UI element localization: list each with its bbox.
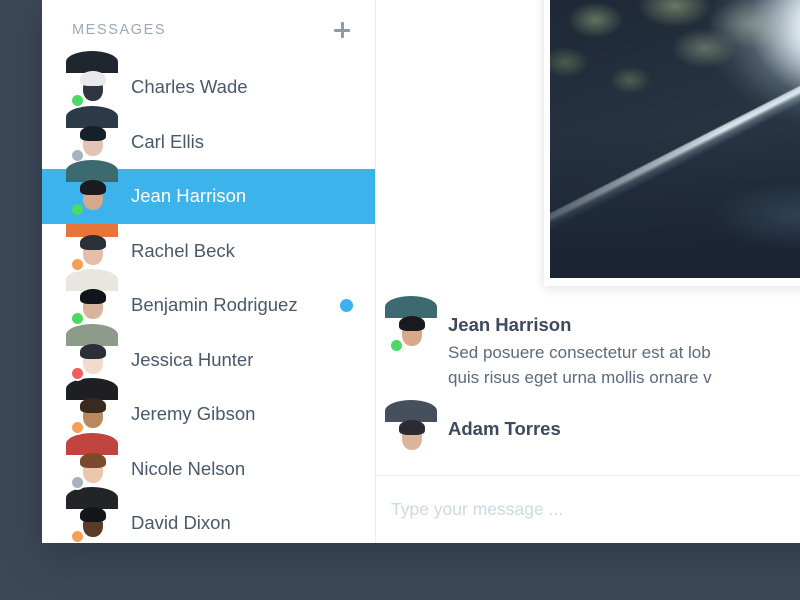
avatar [66,323,118,381]
status-indicator [70,256,85,272]
message-text-line: quis risus eget urna mollis ornare v [448,368,712,387]
conversation-name: Rachel Beck [131,239,235,261]
conversation-list: Charles Wade Carl Ellis Jean Harrison Rache… [42,51,375,543]
avatar [66,160,118,218]
avatar [66,487,118,543]
conversation-name: Jeremy Gibson [131,403,256,425]
message-author: Adam Torres [448,418,561,439]
status-indicator [70,474,85,490]
message-author: Jean Harrison [448,314,572,335]
status-indicator [70,529,85,543]
attachment-card[interactable] [544,0,800,286]
conversation-name: David Dixon [131,512,231,534]
avatar [66,432,118,490]
conversations-sidebar: MESSAGES Charles Wade Carl Ellis Jean Harr… [42,0,376,543]
avatar [66,51,118,109]
conversation-name: Benjamin Rodriguez [131,294,298,316]
avatar [66,378,118,436]
attachment-photo [550,0,800,278]
page-title: MESSAGES [72,22,167,38]
message-row: Jean Harrison Sed posuere consectetur est… [377,296,800,404]
photo-ground-layer [550,129,800,278]
message-text-line: Sed posuere consectetur est at lob [448,343,711,362]
avatar [385,400,437,456]
conversation-name: Jean Harrison [131,185,247,207]
status-indicator [389,338,404,353]
plus-icon[interactable] [331,19,353,41]
message-body: Adam Torres [448,416,561,456]
message-list: Jean Harrison Sed posuere consectetur est… [377,296,800,470]
conversation-name: Charles Wade [131,76,248,98]
unread-badge [340,298,353,312]
conversation-name: Nicole Nelson [131,457,246,479]
status-indicator [70,202,85,218]
avatar [66,214,118,272]
message-body: Jean Harrison Sed posuere consectetur est… [448,312,712,390]
status-indicator [70,365,85,381]
avatar [385,296,437,353]
conversation-item[interactable]: David Dixon [42,487,375,543]
photo-glow-layer [702,0,800,130]
message-input[interactable] [377,476,800,543]
conversation-item[interactable]: Jean Harrison [42,160,375,224]
conversation-name: Jessica Hunter [131,348,254,370]
conversation-pane: Jean Harrison Sed posuere consectetur est… [377,0,800,543]
avatar [66,105,118,163]
message-row: Adam Torres [377,400,800,470]
conversation-name: Carl Ellis [131,130,204,152]
avatar [66,269,118,327]
chat-app-window: MESSAGES Charles Wade Carl Ellis Jean Harr… [42,0,800,543]
message-composer [377,475,800,543]
